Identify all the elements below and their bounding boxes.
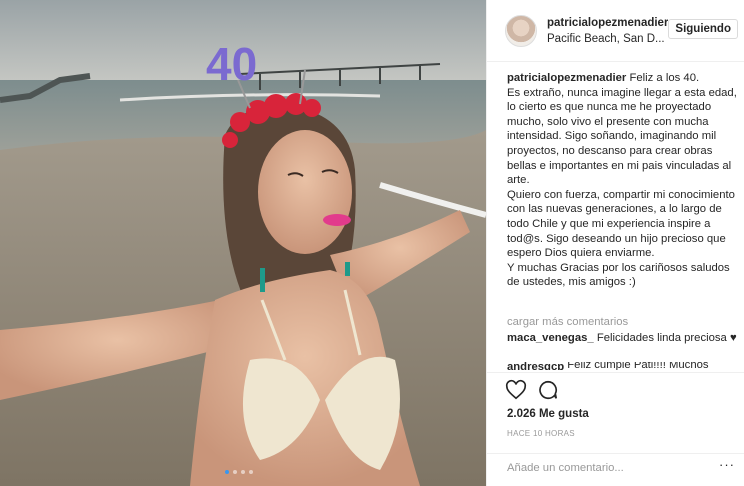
likes-count[interactable]: 2.026 Me gusta: [507, 408, 589, 420]
carousel-dot-1[interactable]: [225, 470, 229, 474]
carousel-dots: [225, 470, 253, 474]
post-caption: patricialopezmenadier Feliz a los 40. Es…: [507, 71, 737, 290]
comment-username[interactable]: andresgcp: [507, 362, 564, 370]
post-photo[interactable]: 40: [0, 0, 486, 486]
carousel-dot-2[interactable]: [233, 470, 237, 474]
following-button[interactable]: Siguiendo: [668, 19, 738, 39]
caption-paragraph-2: Es extraño, nunca imagine llegar a esta …: [507, 86, 737, 187]
post-side-panel: patricialopezmenadier Pacific Beach, San…: [486, 0, 744, 486]
caption-paragraph-4: Y muchas Gracias por los cariñosos salud…: [507, 261, 730, 289]
caption-username[interactable]: patricialopezmenadier: [507, 72, 626, 84]
carousel-dot-4[interactable]: [249, 470, 253, 474]
caption-paragraph-3: Quiero con fuerza, compartir mi conocimi…: [507, 188, 735, 260]
carousel-dot-3[interactable]: [241, 470, 245, 474]
beach-photo-image: 40: [0, 0, 486, 486]
comment-item: andresgcp Feliz cumple Pati!!!! Muchos: [507, 362, 737, 370]
post-header: patricialopezmenadier Pacific Beach, San…: [487, 0, 744, 62]
like-heart-icon[interactable]: [505, 379, 527, 401]
comment-item: maca_venegas_ Felicidades linda preciosa…: [507, 331, 737, 346]
avatar[interactable]: [505, 14, 537, 47]
comment-username[interactable]: maca_venegas_: [507, 332, 594, 344]
comment-bubble-icon[interactable]: [537, 379, 559, 401]
post-timestamp: HACE 10 HORAS: [507, 429, 575, 438]
add-comment-input[interactable]: Añade un comentario...: [507, 462, 624, 474]
headband-40-text: 40: [206, 38, 257, 90]
load-more-comments[interactable]: cargar más comentarios: [507, 316, 628, 328]
caption-line-1: Feliz a los 40.: [629, 72, 700, 84]
post-actions: 2.026 Me gusta HACE 10 HORAS Añade un co…: [487, 372, 744, 479]
comment-text: Feliz cumple Pati!!!! Muchos: [567, 362, 709, 370]
more-options-icon[interactable]: ···: [719, 457, 735, 472]
comment-text: Felicidades linda preciosa ♥: [596, 332, 737, 344]
location-link[interactable]: Pacific Beach, San D...: [547, 31, 668, 47]
header-username[interactable]: patricialopezmenadier: [547, 15, 668, 31]
add-comment-bar: Añade un comentario... ···: [487, 453, 744, 480]
